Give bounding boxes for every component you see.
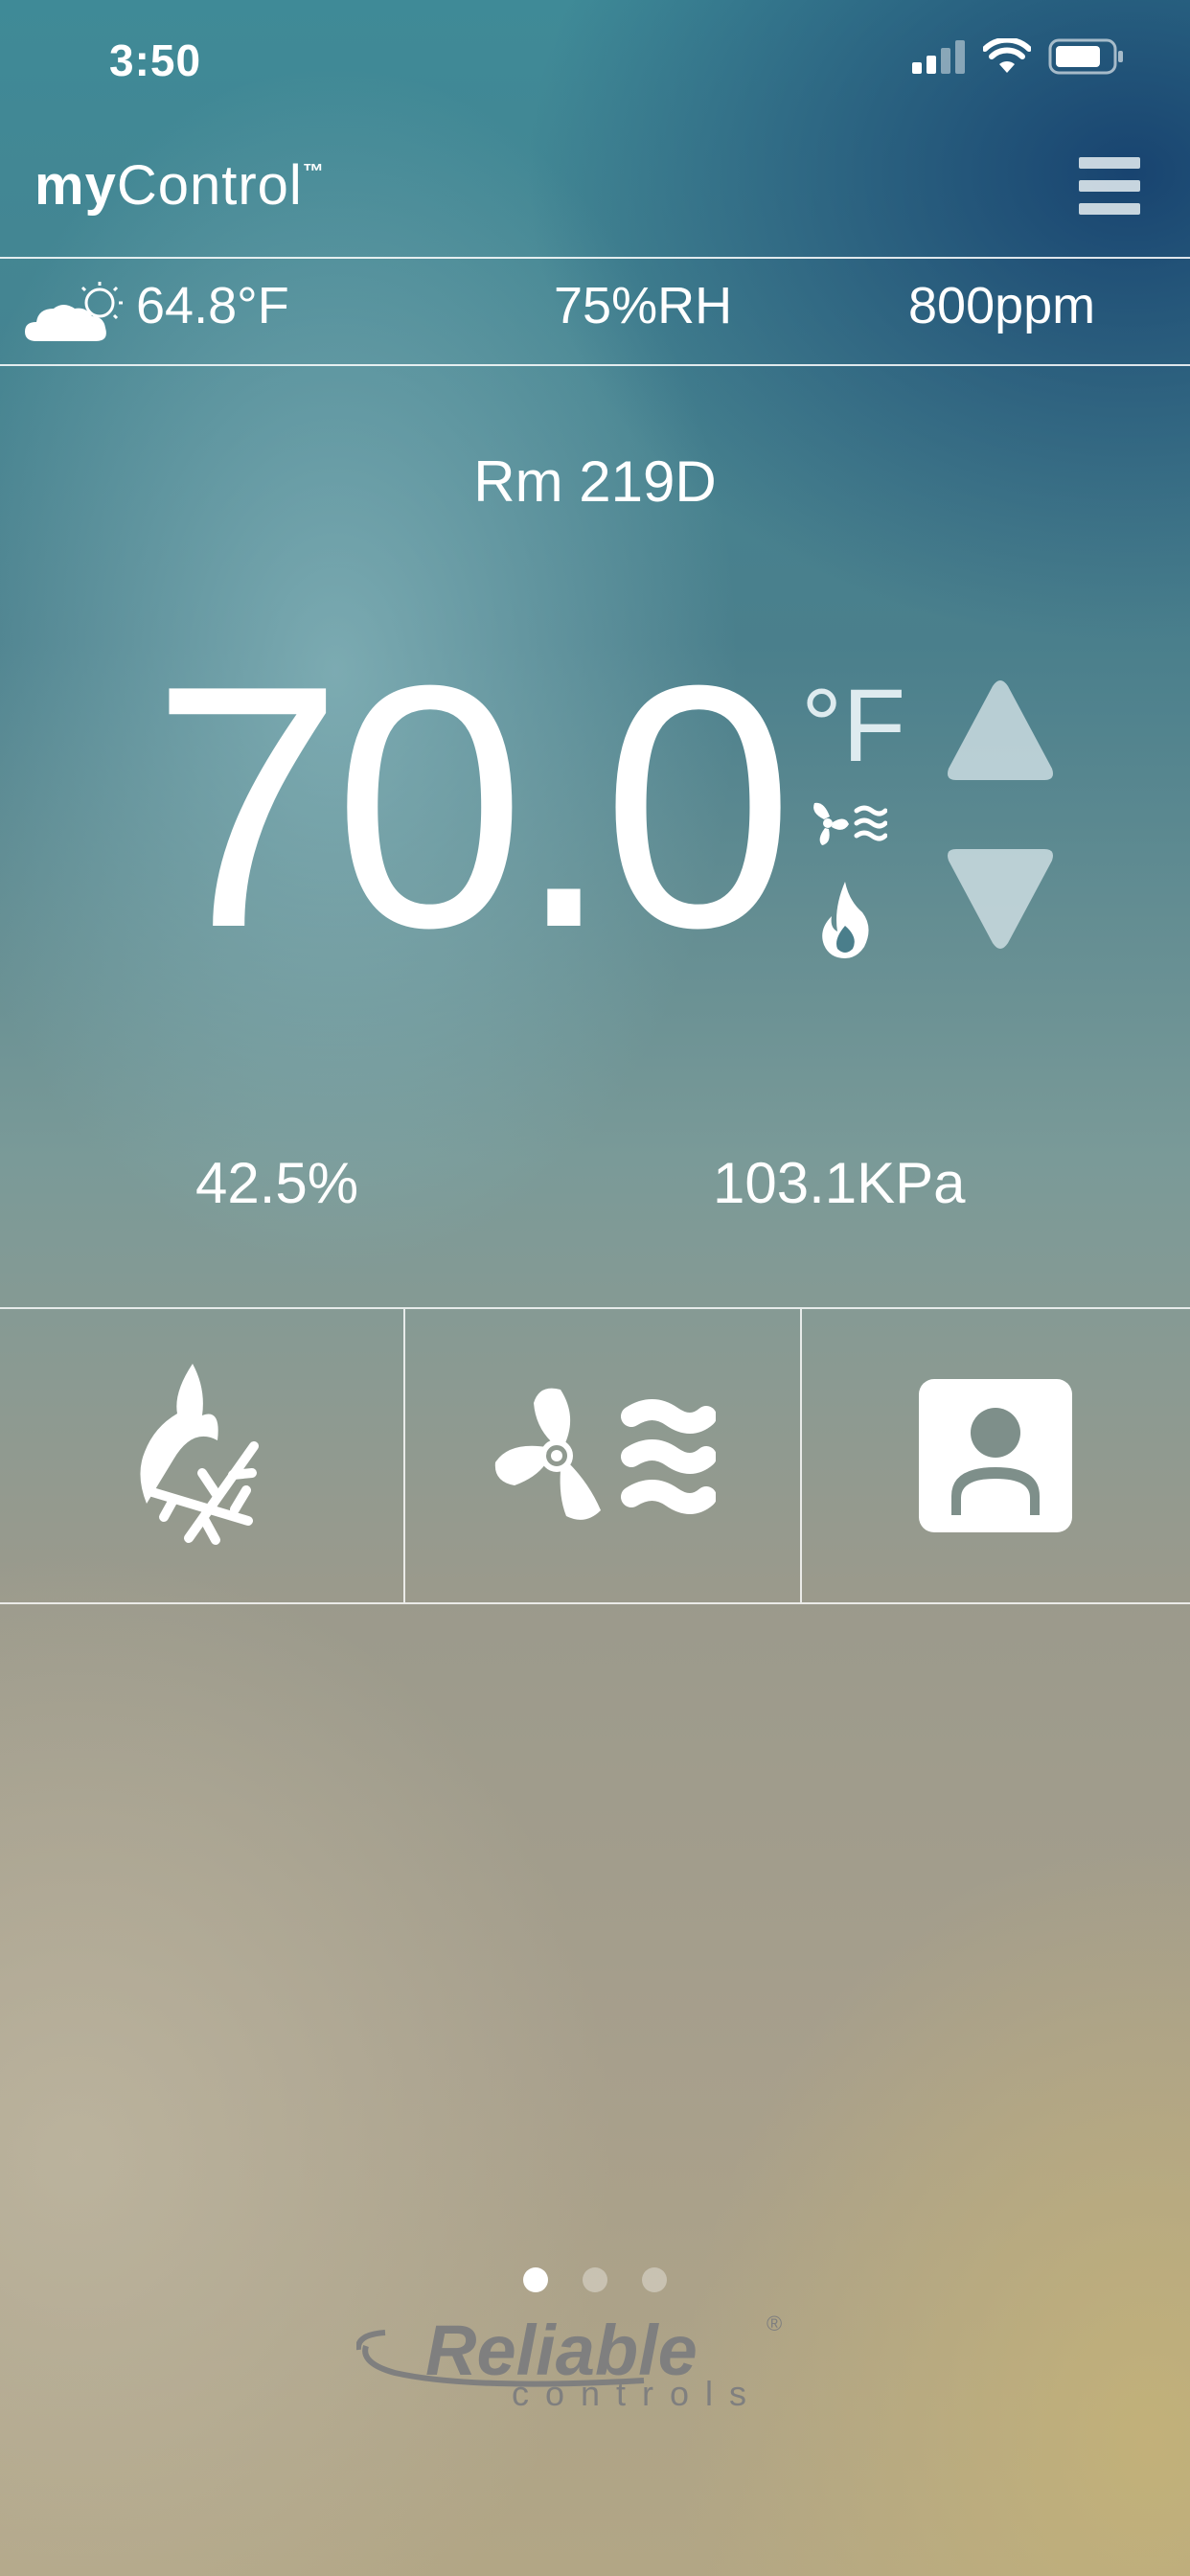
outdoor-humidity: 75%RH xyxy=(554,277,733,334)
outdoor-co2: 800ppm xyxy=(908,277,1096,334)
temperature-unit: °F xyxy=(801,667,906,783)
divider xyxy=(0,364,1190,366)
app-logo: myControl™ xyxy=(34,154,325,217)
menu-button[interactable] xyxy=(1079,157,1140,215)
page-dot[interactable] xyxy=(523,2267,548,2292)
partly-cloudy-icon xyxy=(25,282,123,341)
menu-icon xyxy=(1079,157,1140,169)
page-dot[interactable] xyxy=(583,2267,607,2292)
fan-icon xyxy=(494,1388,716,1520)
divider xyxy=(0,257,1190,259)
room-pressure: 103.1KPa xyxy=(713,1151,966,1215)
status-time: 3:50 xyxy=(109,35,202,85)
decrease-temperature-button[interactable] xyxy=(945,845,1056,953)
battery-icon xyxy=(1048,38,1123,75)
status-icons xyxy=(912,38,1125,75)
occupant-icon xyxy=(919,1379,1073,1532)
room-name: Rm 219D xyxy=(473,449,717,514)
reliable-controls-logo: Reliable ® controls xyxy=(356,2311,782,2413)
svg-text:controls: controls xyxy=(512,2374,763,2413)
heat-cool-icon xyxy=(140,1364,259,1545)
fan-mode-icon xyxy=(813,802,887,845)
mode-button-grid xyxy=(0,1307,1190,1604)
outdoor-temperature: 64.8°F xyxy=(136,277,289,334)
svg-text:®: ® xyxy=(767,2312,782,2335)
heat-mode-icon xyxy=(822,882,869,958)
fan-mode-button[interactable] xyxy=(403,1309,799,1602)
page-indicator xyxy=(0,2267,1190,2292)
increase-temperature-button[interactable] xyxy=(945,677,1056,784)
occupancy-button[interactable] xyxy=(799,1309,1190,1602)
temperature-setpoint: 70.0 xyxy=(151,614,794,1000)
signal-icon xyxy=(912,40,965,74)
room-humidity: 42.5% xyxy=(195,1151,359,1215)
page-dot[interactable] xyxy=(642,2267,667,2292)
wifi-icon xyxy=(983,38,1031,73)
system-mode-button[interactable] xyxy=(0,1309,403,1602)
